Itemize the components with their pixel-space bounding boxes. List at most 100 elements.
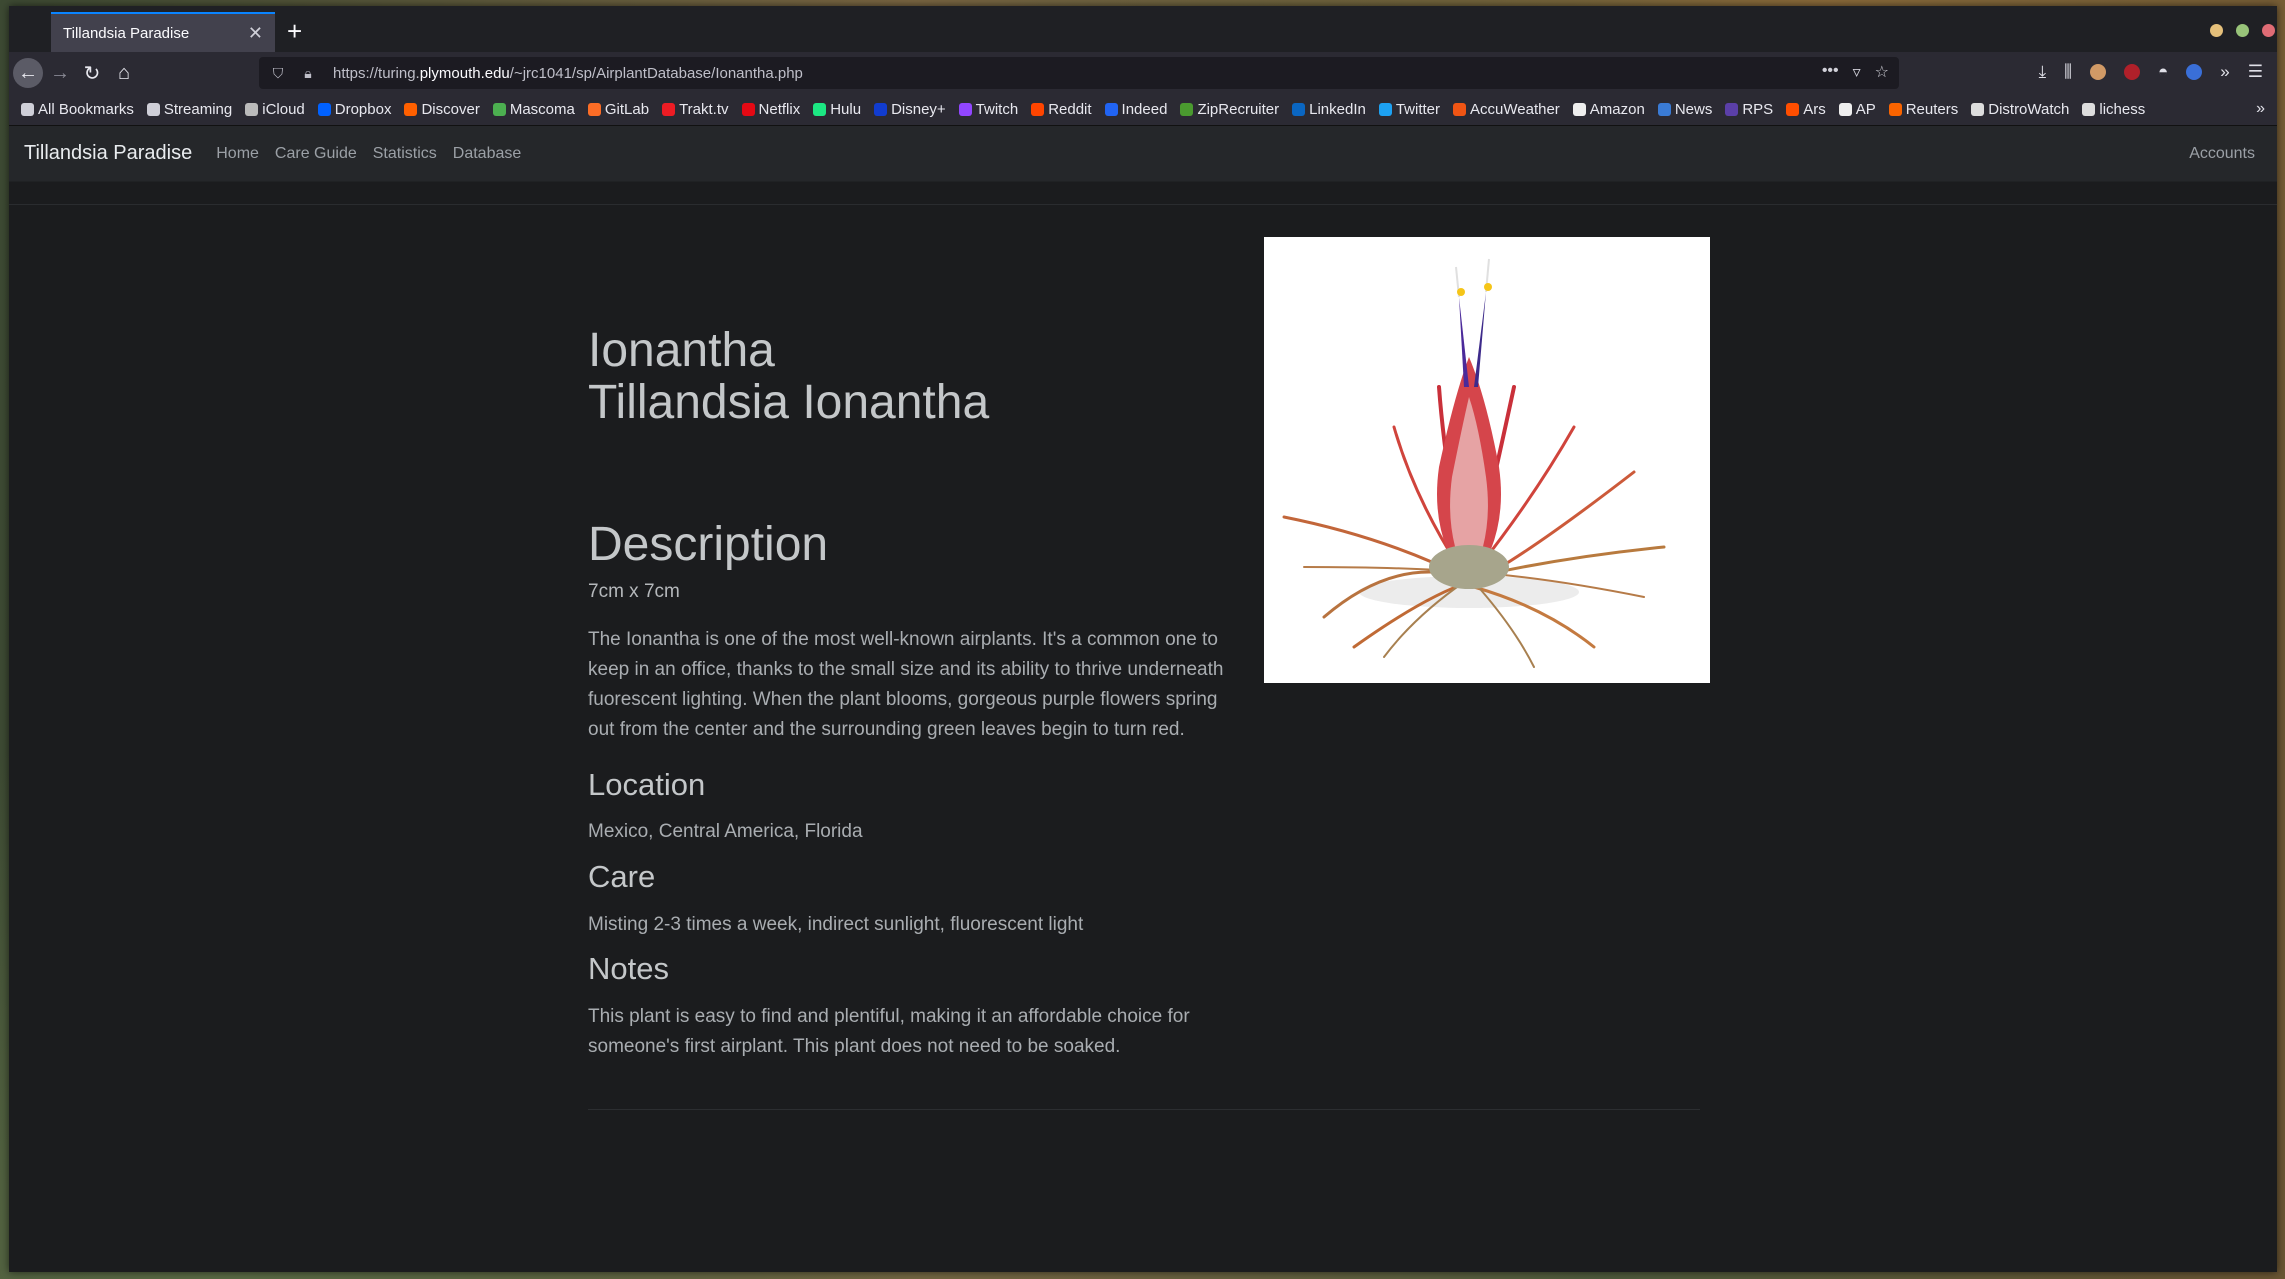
bookmark-label: Netflix [758,101,801,118]
tab-close-icon[interactable]: ✕ [248,23,263,44]
maximize-icon[interactable] [2236,24,2249,37]
extension-avatar-icon[interactable] [2090,64,2106,80]
bookmark-item[interactable]: iCloud [245,101,305,118]
url-path: /~jrc1041/sp/AirplantDatabase/Ionantha.p… [509,64,803,82]
nav-home[interactable]: Home [216,145,259,163]
bookmark-item[interactable]: Streaming [146,101,233,118]
reddit-icon [1031,103,1045,116]
bookmark-label: Amazon [1589,101,1645,118]
bookmark-item[interactable]: LinkedIn [1292,101,1366,118]
bookmark-item[interactable]: RPS [1725,101,1773,118]
bookmark-item[interactable]: All Bookmarks [21,101,134,118]
bookmark-item[interactable]: ZipRecruiter [1180,101,1279,118]
bookmark-label: iCloud [262,101,305,118]
bookmark-item[interactable]: AP [1838,101,1876,118]
tab-strip: Tillandsia Paradise ✕ + [9,6,2277,52]
bookmark-item[interactable]: Disney+ [874,101,946,118]
url-host: plymouth.edu [419,64,510,82]
url-bar[interactable]: ⛉ 🔒︎ https://turing.plymouth.edu/~jrc104… [259,57,1899,89]
bookmark-item[interactable]: Dropbox [317,101,391,118]
overflow-chevron-icon[interactable]: » [2220,62,2229,82]
bookmark-label: Disney+ [891,101,946,118]
bookmark-label: ZipRecruiter [1197,101,1280,118]
bookmark-item[interactable]: AccuWeather [1453,101,1560,118]
bookmark-label: lichess [2099,101,2146,118]
plant-image [1264,237,1710,683]
tab-active[interactable]: Tillandsia Paradise ✕ [51,12,275,52]
bookmark-item[interactable]: Trakt.tv [662,101,729,118]
dropbox-icon [317,103,331,116]
nav-toolbar: ← → ↻ ⌂ ⛉ 🔒︎ https://turing.plymouth.edu… [9,52,2277,94]
bookmark-item[interactable]: News [1657,101,1712,118]
bookmark-item[interactable]: Discover [404,101,480,118]
bookmark-label: Reddit [1048,101,1092,118]
bookmark-item[interactable]: Ars [1786,101,1826,118]
back-arrow-icon[interactable]: ← [13,58,43,88]
library-icon[interactable]: ⫼ [2064,62,2072,82]
bookmark-item[interactable]: DistroWatch [1971,101,2069,118]
disney-icon [874,103,888,116]
apple-icon [245,103,259,116]
plant-scientific-name: Tillandsia Ionantha [588,376,990,429]
extension-mask-icon[interactable]: ◓ [2158,62,2168,82]
bitwarden-icon[interactable] [2186,64,2203,80]
bookmark-label: GitLab [604,101,650,118]
folder-icon [21,103,34,116]
window-close-icon[interactable] [2262,24,2275,37]
bookmark-item[interactable]: GitLab [587,101,650,118]
site-brand[interactable]: Tillandsia Paradise [24,142,192,165]
linkedin-icon [1292,103,1306,116]
new-tab-icon[interactable]: + [287,18,302,44]
shield-icon[interactable]: ⛉ [267,65,289,82]
bookmark-item[interactable]: Mascoma [492,101,575,118]
plant-description: The Ionantha is one of the most well-kno… [588,629,1224,740]
rps-icon [1725,103,1739,116]
nav-accounts[interactable]: Accounts [2189,145,2255,163]
gitlab-icon [587,103,601,116]
twitter-icon [1378,103,1392,116]
bookmark-label: Mascoma [509,101,575,118]
mascoma-icon [492,103,506,116]
lichess-icon [2082,103,2096,116]
bookmark-item[interactable]: Reuters [1888,101,1959,118]
pocket-icon[interactable]: ▿ [1853,62,1861,82]
bookmark-label: Streaming [163,101,233,118]
page-actions-icon[interactable]: ••• [1822,62,1839,82]
bookmark-item[interactable]: Reddit [1031,101,1092,118]
plant-care: Misting 2-3 times a week, indirect sunli… [588,914,1084,935]
lock-icon[interactable]: 🔒︎ [297,65,319,82]
bookmark-label: LinkedIn [1309,101,1366,118]
netflix-icon [741,103,755,116]
site-navbar: Tillandsia Paradise Home Care Guide Stat… [9,126,2277,182]
plant-notes: This plant is easy to find and plentiful… [588,1006,1190,1057]
minimize-icon[interactable] [2210,24,2223,37]
location-heading: Location [588,767,706,802]
bookmark-item[interactable]: Hulu [813,101,861,118]
nav-statistics[interactable]: Statistics [373,145,437,163]
download-icon[interactable]: ⤓ [2039,62,2047,82]
nav-care-guide[interactable]: Care Guide [275,145,357,163]
ars-icon [1786,103,1800,116]
url-text[interactable]: https://turing.plymouth.edu/~jrc1041/sp/… [333,65,803,82]
bookmarks-overflow-icon[interactable]: » [2256,100,2265,118]
bookmark-item[interactable]: Twitch [958,101,1018,118]
bookmark-label: Trakt.tv [679,101,729,118]
ublock-icon[interactable] [2124,64,2140,80]
bookmark-label: Reuters [1905,101,1959,118]
bookmark-item[interactable]: Netflix [741,101,801,118]
indeed-icon [1104,103,1118,116]
menu-hamburger-icon[interactable]: ☰ [2248,62,2263,82]
forward-arrow-icon[interactable]: → [47,60,73,86]
bookmark-item[interactable]: Indeed [1104,101,1167,118]
page-content: Ionantha Tillandsia Ionantha Description… [9,204,2277,1272]
bookmark-label: Hulu [830,101,862,118]
nav-database[interactable]: Database [453,145,522,163]
bookmark-item[interactable]: Twitter [1378,101,1440,118]
bookmark-item[interactable]: Amazon [1572,101,1645,118]
bookmark-star-icon[interactable]: ☆ [1875,62,1889,82]
home-icon[interactable]: ⌂ [111,60,137,86]
reload-icon[interactable]: ↻ [79,60,105,86]
tab-title: Tillandsia Paradise [63,24,190,42]
bookmark-item[interactable]: lichess [2082,101,2145,118]
discover-icon [404,103,418,116]
